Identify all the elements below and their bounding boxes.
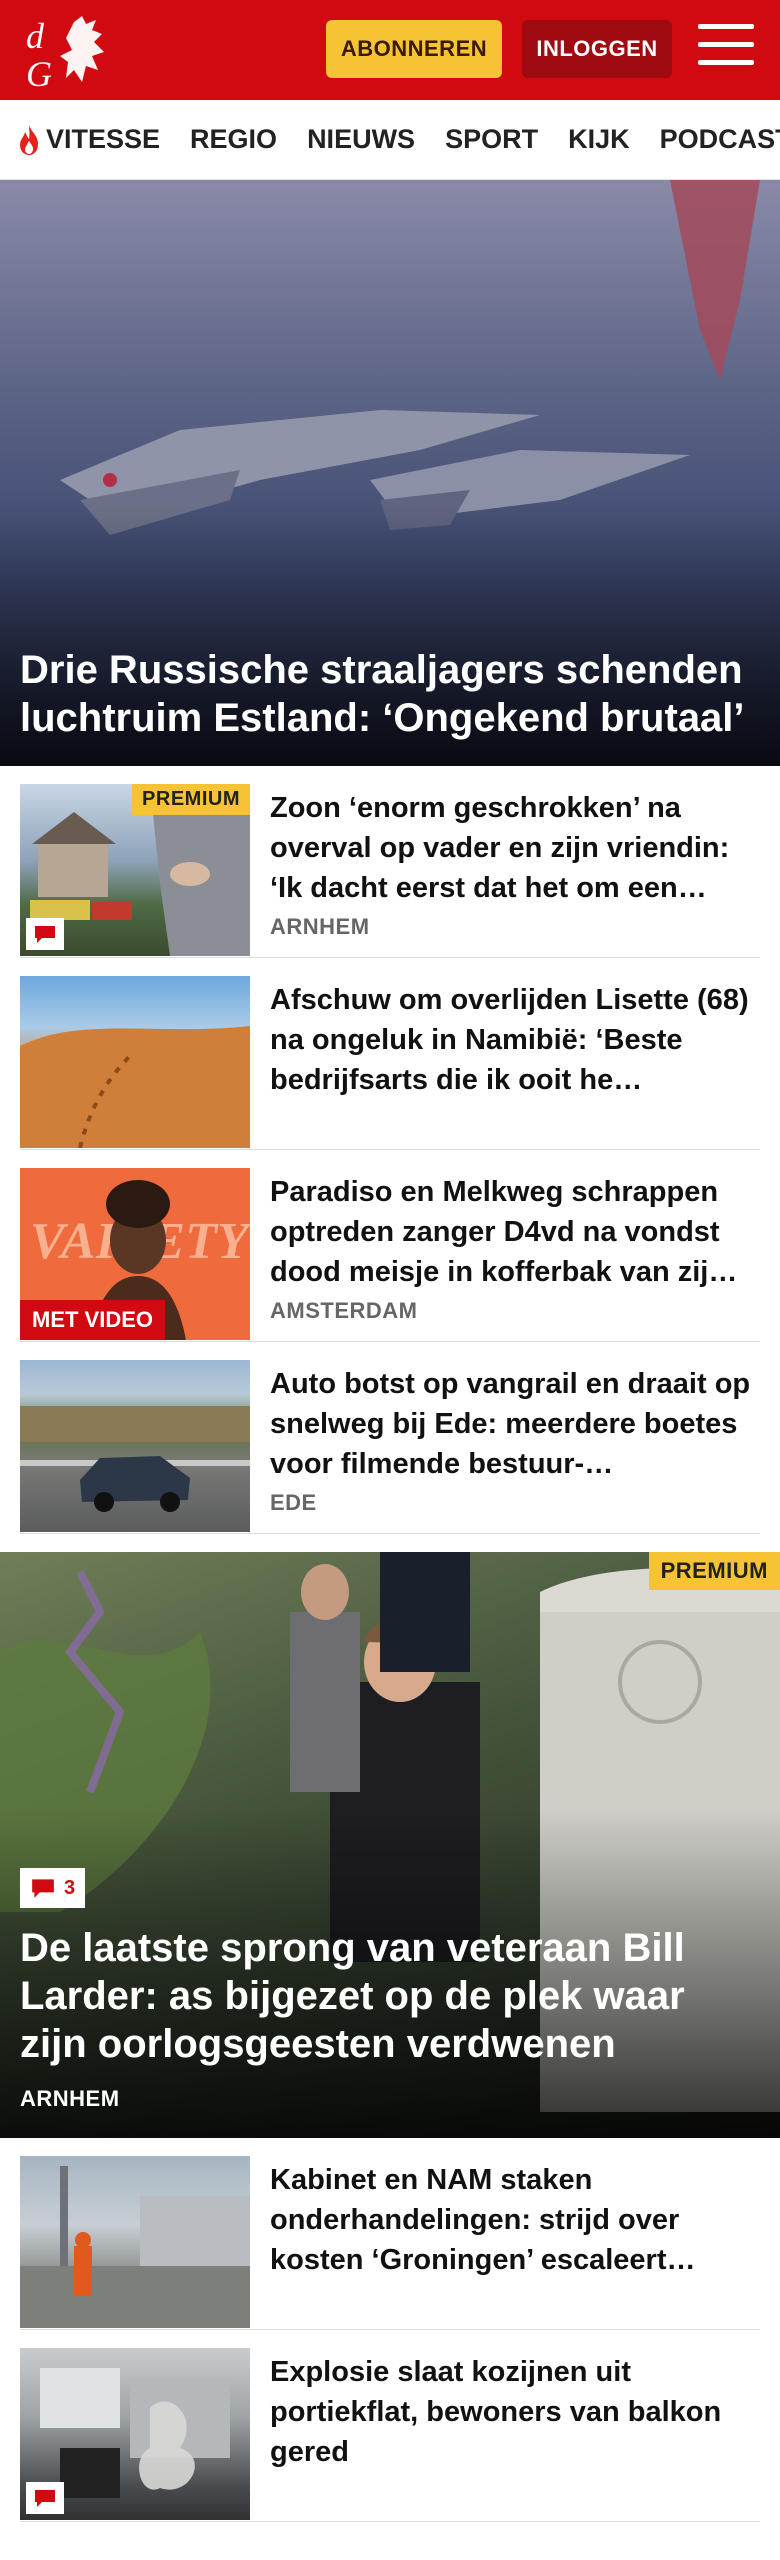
list-item[interactable]: PREMIUM Zoon ‘enorm geschrokken’ na over… <box>20 784 760 958</box>
article-thumbnail: PREMIUM <box>20 784 250 956</box>
login-button[interactable]: INLOGGEN <box>522 20 672 78</box>
nav-item-nieuws[interactable]: NIEUWS <box>307 124 415 155</box>
article-title[interactable]: Zoon ‘enorm geschrokken’ na overval op v… <box>270 788 760 908</box>
list-item[interactable]: Auto botst op vangrail en draait op snel… <box>20 1360 760 1534</box>
article-title[interactable]: Explosie slaat kozijnen uit portiekflat,… <box>270 2352 760 2472</box>
svg-text:G: G <box>26 54 52 90</box>
site-header: d G ABONNEREN INLOGGEN <box>0 0 780 100</box>
article-thumbnail <box>20 976 250 1148</box>
article-title[interactable]: Afschuw om overlijden Lisette (68) na on… <box>270 980 760 1100</box>
article-thumbnail <box>20 2156 250 2328</box>
article-thumbnail: VARIETY MET VIDEO <box>20 1168 250 1340</box>
comment-count[interactable]: 3 <box>20 1868 86 1908</box>
feature-title[interactable]: De laatste sprong van veteraan Bill Lard… <box>20 1924 760 2068</box>
premium-badge: PREMIUM <box>132 784 250 815</box>
video-badge: MET VIDEO <box>20 1300 166 1340</box>
comment-icon <box>32 1879 54 1898</box>
article-text: Paradiso en Melkweg schrappen optreden z… <box>270 1172 760 1324</box>
article-location[interactable]: ARNHEM <box>270 914 760 940</box>
list-item[interactable]: VARIETY MET VIDEO Paradiso en Melkweg sc… <box>20 1168 760 1342</box>
article-title[interactable]: Paradiso en Melkweg schrappen optreden z… <box>270 1172 760 1292</box>
article-text: Kabinet en NAM staken onderhandelingen: … <box>270 2160 760 2280</box>
feature-location[interactable]: ARNHEM <box>20 2086 120 2112</box>
comment-count-value: 3 <box>64 1876 76 1899</box>
list-item[interactable]: Explosie slaat kozijnen uit portiekflat,… <box>20 2348 760 2522</box>
article-text: Afschuw om overlijden Lisette (68) na on… <box>270 980 760 1100</box>
menu-icon[interactable] <box>698 24 754 74</box>
nav-item-vitesse[interactable]: VITESSE <box>16 123 160 157</box>
section-nav: VITESSE REGIO NIEUWS SPORT KIJK PODCAST <box>0 100 780 180</box>
article-text: Zoon ‘enorm geschrokken’ na overval op v… <box>270 788 760 940</box>
subscribe-button[interactable]: ABONNEREN <box>326 20 502 78</box>
nav-label: VITESSE <box>46 124 161 154</box>
nav-item-kijk[interactable]: KIJK <box>568 124 630 155</box>
nav-item-sport[interactable]: SPORT <box>445 124 538 155</box>
article-thumbnail <box>20 1360 250 1532</box>
list-item[interactable]: Kabinet en NAM staken onderhandelingen: … <box>20 2156 760 2330</box>
article-thumbnail <box>20 2348 250 2520</box>
hero-title[interactable]: Drie Russische straaljagers schenden luc… <box>20 646 760 742</box>
list-item[interactable]: Afschuw om overlijden Lisette (68) na on… <box>20 976 760 1150</box>
nav-item-podcast[interactable]: PODCAST <box>660 124 780 155</box>
article-title[interactable]: Auto botst op vangrail en draait op snel… <box>270 1364 760 1484</box>
article-title[interactable]: Kabinet en NAM staken onderhandelingen: … <box>270 2160 760 2280</box>
nav-item-regio[interactable]: REGIO <box>190 124 277 155</box>
comment-icon[interactable] <box>26 2482 64 2514</box>
article-text: Explosie slaat kozijnen uit portiekflat,… <box>270 2352 760 2472</box>
article-text: Auto botst op vangrail en draait op snel… <box>270 1364 760 1516</box>
svg-text:d: d <box>26 16 45 56</box>
feature-article[interactable]: PREMIUM 3 De laatste sprong van veteraan… <box>0 1552 780 2138</box>
flame-icon <box>20 124 38 155</box>
article-location[interactable]: AMSTERDAM <box>270 1298 760 1324</box>
premium-badge: PREMIUM <box>648 1552 780 1590</box>
article-location[interactable]: EDE <box>270 1490 760 1516</box>
comment-icon[interactable] <box>26 918 64 950</box>
hero-article[interactable]: Drie Russische straaljagers schenden luc… <box>0 180 780 766</box>
dg-logo[interactable]: d G <box>22 12 118 90</box>
